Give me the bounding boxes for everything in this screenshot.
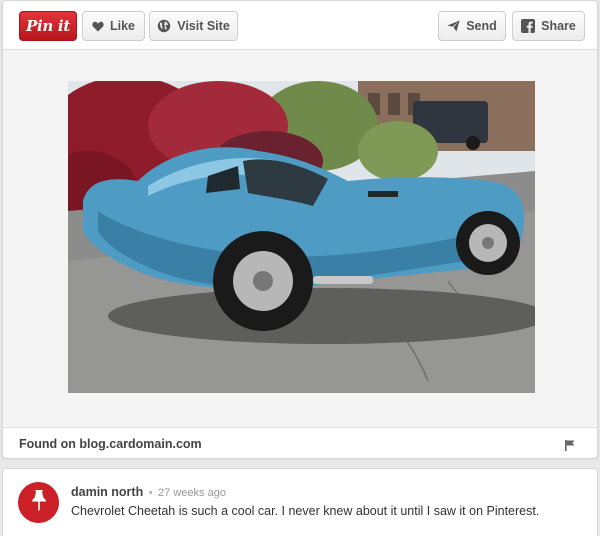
send-label: Send	[466, 19, 497, 33]
visit-site-label: Visit Site	[177, 19, 230, 33]
found-on-link[interactable]: Found on blog.cardomain.com	[19, 437, 202, 451]
comment-time: 27 weeks ago	[158, 487, 226, 499]
like-button[interactable]: Like	[82, 11, 145, 41]
facebook-icon	[521, 19, 536, 33]
pushpin-icon	[31, 489, 47, 516]
pin-photo[interactable]	[68, 81, 535, 393]
pin-image-area	[3, 50, 597, 427]
visit-site-button[interactable]: Visit Site	[149, 11, 238, 41]
comment-header: damin north • 27 weeks ago	[71, 485, 226, 499]
pin-it-button[interactable]: Pin it	[19, 11, 77, 41]
like-label: Like	[109, 19, 135, 33]
avatar[interactable]	[18, 482, 59, 523]
flag-icon[interactable]	[565, 438, 575, 456]
comment-separator: •	[148, 487, 153, 499]
comment-card: damin north • 27 weeks ago Chevrolet Che…	[2, 468, 598, 536]
send-button[interactable]: Send	[438, 11, 506, 41]
globe-icon	[157, 19, 171, 33]
found-on-prefix: Found on	[19, 437, 76, 451]
comment-author[interactable]: damin north	[71, 485, 143, 499]
share-label: Share	[541, 19, 576, 33]
source-bar: Found on blog.cardomain.com	[3, 427, 597, 458]
source-domain: blog.cardomain.com	[79, 437, 202, 451]
pin-it-label: Pin it	[26, 17, 70, 35]
pin-card: Pin it Like Visit Site Send Share Found …	[2, 0, 598, 458]
heart-icon	[92, 21, 104, 32]
pin-toolbar: Pin it Like Visit Site Send Share	[3, 1, 597, 50]
share-button[interactable]: Share	[512, 11, 585, 41]
comment-text: Chevrolet Cheetah is such a cool car. I …	[71, 504, 540, 518]
paper-plane-icon	[447, 20, 460, 32]
